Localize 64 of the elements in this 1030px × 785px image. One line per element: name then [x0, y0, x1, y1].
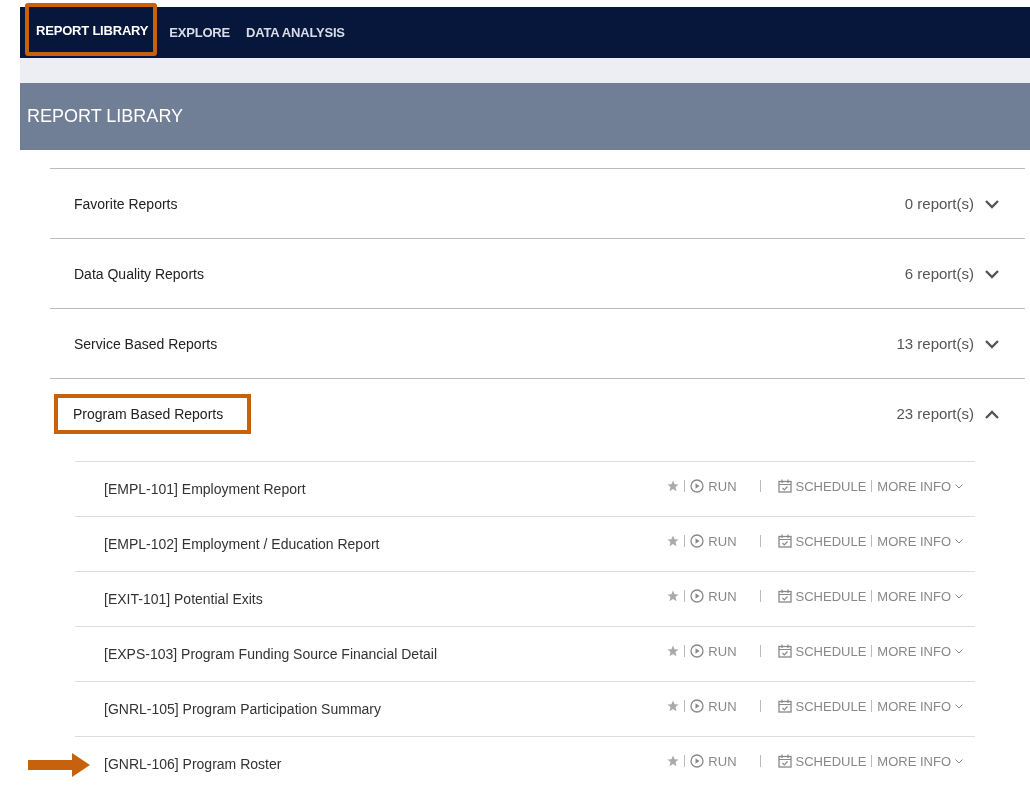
caret-icon: [955, 758, 963, 764]
run-link[interactable]: RUN: [690, 588, 737, 604]
report-name[interactable]: [GNRL-106] Program Roster: [104, 756, 282, 772]
chevron-down-icon[interactable]: [984, 268, 1000, 279]
nav-tab[interactable]: REPORT LIBRARY: [25, 3, 158, 56]
section-title[interactable]: Data Quality Reports: [74, 265, 204, 282]
page-title: REPORT LIBRARY: [27, 106, 184, 127]
calendar-icon: [777, 644, 792, 658]
play-icon: [690, 479, 705, 493]
report-name[interactable]: [EMPL-101] Employment Report: [104, 481, 306, 497]
caret-icon: [955, 483, 963, 489]
schedule-link[interactable]: SCHEDULE: [777, 588, 867, 604]
more-info-link[interactable]: MORE INFO: [877, 643, 963, 659]
play-icon: [690, 589, 705, 603]
run-link[interactable]: RUN: [690, 478, 737, 494]
report-name[interactable]: [EXIT-101] Potential Exits: [104, 591, 263, 607]
calendar-icon: [777, 699, 792, 713]
report-count: 0 report(s): [904, 195, 974, 212]
run-link[interactable]: RUN: [690, 698, 737, 714]
star-icon: [667, 480, 680, 492]
schedule-link[interactable]: SCHEDULE: [777, 643, 867, 659]
nav-tab[interactable]: EXPLORE: [161, 25, 238, 40]
chevron-down-icon[interactable]: [984, 198, 1000, 209]
run-link[interactable]: RUN: [690, 533, 737, 549]
star-icon: [667, 590, 680, 602]
schedule-link[interactable]: SCHEDULE: [777, 533, 867, 549]
chevron-up-icon[interactable]: [984, 408, 1000, 419]
report-count: 13 report(s): [896, 335, 974, 352]
section-title[interactable]: Program Based Reports: [54, 393, 252, 434]
chevron-down-icon[interactable]: [984, 338, 1000, 349]
schedule-link[interactable]: SCHEDULE: [777, 478, 867, 494]
play-icon: [690, 534, 705, 548]
calendar-icon: [777, 534, 792, 548]
caret-icon: [955, 593, 963, 599]
report-name[interactable]: [EXPS-103] Program Funding Source Financial Detail: [104, 646, 438, 662]
star-icon: [667, 535, 680, 547]
play-icon: [690, 754, 705, 768]
more-info-link[interactable]: MORE INFO: [877, 698, 963, 714]
run-link[interactable]: RUN: [690, 753, 737, 769]
caret-icon: [955, 538, 963, 544]
section-title[interactable]: Favorite Reports: [74, 195, 178, 212]
play-icon: [690, 644, 705, 658]
report-count: 23 report(s): [896, 405, 974, 422]
report-count: 6 report(s): [904, 265, 974, 282]
more-info-link[interactable]: MORE INFO: [877, 588, 963, 604]
play-icon: [690, 699, 705, 713]
more-info-link[interactable]: MORE INFO: [877, 533, 963, 549]
schedule-link[interactable]: SCHEDULE: [777, 753, 867, 769]
report-name[interactable]: [GNRL-105] Program Participation Summary: [104, 701, 381, 717]
calendar-icon: [777, 589, 792, 603]
more-info-link[interactable]: MORE INFO: [877, 478, 963, 494]
more-info-link[interactable]: MORE INFO: [877, 753, 963, 769]
caret-icon: [955, 703, 963, 709]
section-title[interactable]: Service Based Reports: [74, 335, 218, 352]
schedule-link[interactable]: SCHEDULE: [777, 698, 867, 714]
star-icon: [667, 755, 680, 767]
caret-icon: [955, 648, 963, 654]
star-icon: [667, 700, 680, 712]
report-name[interactable]: [EMPL-102] Employment / Education Report: [104, 536, 380, 552]
run-link[interactable]: RUN: [690, 643, 737, 659]
star-icon: [667, 645, 680, 657]
calendar-icon: [777, 754, 792, 768]
nav-tab[interactable]: DATA ANALYSIS: [238, 25, 353, 40]
calendar-icon: [777, 479, 792, 493]
